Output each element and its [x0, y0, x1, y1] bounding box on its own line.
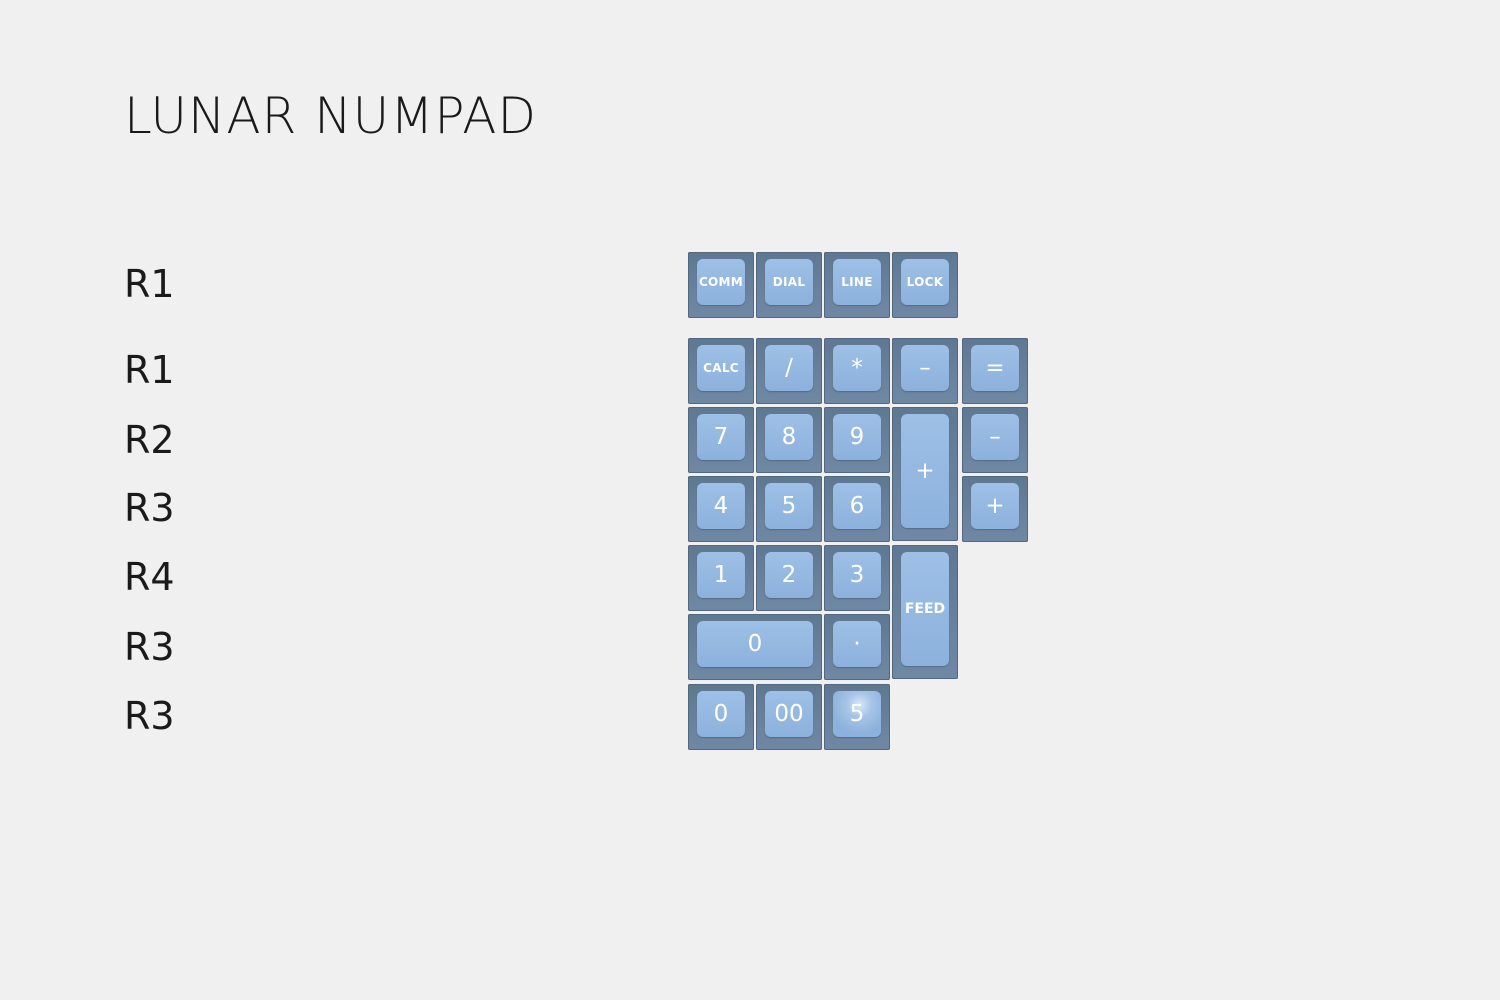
key-line[interactable]: LINE: [824, 252, 890, 318]
key-5-alt-legend: 5: [833, 691, 881, 737]
row-label-r3: R3: [124, 486, 175, 530]
page-title: LUNAR NUMPAD: [124, 87, 538, 145]
key-2-legend: 2: [765, 552, 813, 598]
key-plus-second-legend: +: [971, 483, 1019, 529]
key-0[interactable]: 0: [688, 684, 754, 750]
key-minus-second-legend: –: [971, 414, 1019, 460]
key-comm-legend: COMM: [697, 259, 745, 305]
key-5-legend: 5: [765, 483, 813, 529]
key-plus-tall-legend: +: [901, 414, 949, 528]
key-8-legend: 8: [765, 414, 813, 460]
key-divide-legend: /: [765, 345, 813, 391]
row-label-r2: R2: [124, 418, 175, 462]
key-7[interactable]: 7: [688, 407, 754, 473]
key-feed-legend: FEED: [901, 552, 949, 666]
key-minus-second[interactable]: –: [962, 407, 1028, 473]
key-minus[interactable]: –: [892, 338, 958, 404]
row-label-r4: R4: [124, 555, 175, 599]
key-5[interactable]: 5: [756, 476, 822, 542]
key-lock[interactable]: LOCK: [892, 252, 958, 318]
key-6-legend: 6: [833, 483, 881, 529]
key-dial[interactable]: DIAL: [756, 252, 822, 318]
key-lock-legend: LOCK: [901, 259, 949, 305]
key-divide[interactable]: /: [756, 338, 822, 404]
key-multiply[interactable]: *: [824, 338, 890, 404]
key-2[interactable]: 2: [756, 545, 822, 611]
key-0-wide-legend: 0: [697, 621, 813, 667]
key-equals[interactable]: =: [962, 338, 1028, 404]
row-label-r3-second: R3: [124, 625, 175, 669]
key-8[interactable]: 8: [756, 407, 822, 473]
key-plus-second[interactable]: +: [962, 476, 1028, 542]
key-dial-legend: DIAL: [765, 259, 813, 305]
key-1-legend: 1: [697, 552, 745, 598]
key-3[interactable]: 3: [824, 545, 890, 611]
key-calc-legend: CALC: [697, 345, 745, 391]
key-00[interactable]: 00: [756, 684, 822, 750]
key-0-wide[interactable]: 0: [688, 614, 822, 680]
key-decimal[interactable]: ·: [824, 614, 890, 680]
row-label-r1: R1: [124, 348, 175, 392]
key-equals-legend: =: [971, 345, 1019, 391]
key-multiply-legend: *: [833, 345, 881, 391]
key-4-legend: 4: [697, 483, 745, 529]
key-decimal-legend: ·: [833, 621, 881, 667]
row-label-r3-third: R3: [124, 694, 175, 738]
key-7-legend: 7: [697, 414, 745, 460]
key-calc[interactable]: CALC: [688, 338, 754, 404]
key-0-legend: 0: [697, 691, 745, 737]
key-9[interactable]: 9: [824, 407, 890, 473]
key-feed[interactable]: FEED: [892, 545, 958, 679]
row-label-r1-top: R1: [124, 262, 175, 306]
key-1[interactable]: 1: [688, 545, 754, 611]
key-9-legend: 9: [833, 414, 881, 460]
key-5-alt[interactable]: 5: [824, 684, 890, 750]
key-3-legend: 3: [833, 552, 881, 598]
key-6[interactable]: 6: [824, 476, 890, 542]
key-line-legend: LINE: [833, 259, 881, 305]
key-00-legend: 00: [765, 691, 813, 737]
key-plus-tall[interactable]: +: [892, 407, 958, 541]
key-comm[interactable]: COMM: [688, 252, 754, 318]
key-minus-legend: –: [901, 345, 949, 391]
key-4[interactable]: 4: [688, 476, 754, 542]
